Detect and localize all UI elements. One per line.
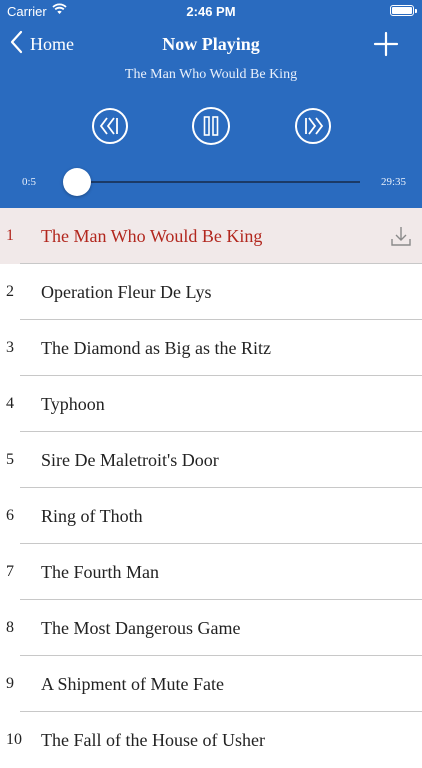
track-title: The Most Dangerous Game [41,618,241,638]
track-row[interactable]: 10 The Fall of the House of Usher [0,712,422,768]
total-duration: 29:35 [380,176,406,188]
playback-controls [0,106,422,148]
track-number: 6 [6,507,14,524]
track-title: Ring of Thoth [41,506,143,526]
track-number: 9 [6,675,14,692]
status-time: 2:46 PM [186,4,236,19]
navigation-bar: Home Now Playing [0,24,422,64]
elapsed-time: 0:5 [22,176,37,188]
pause-button[interactable] [191,106,231,146]
track-number: 5 [6,451,14,468]
track-row[interactable]: 2 Operation Fleur De Lys [0,264,422,320]
add-button[interactable] [372,30,400,58]
plus-icon [373,31,399,57]
progress-slider-knob[interactable] [62,168,91,196]
track-number: 7 [6,563,14,580]
track-title: A Shipment of Mute Fate [41,674,224,694]
track-number: 2 [6,283,14,300]
track-row[interactable]: 6 Ring of Thoth [0,488,422,544]
page-title: Now Playing [162,34,260,54]
fast-forward-button[interactable] [293,106,333,146]
rewind-icon [92,108,128,144]
track-row[interactable]: 4 Typhoon [0,376,422,432]
track-row[interactable]: 1 The Man Who Would Be King [0,208,422,264]
track-number: 1 [6,227,14,244]
track-title: The Fall of the House of Usher [41,730,265,750]
now-playing-header: Carrier 2:46 PM Home Now Playing The Man… [0,0,422,208]
track-number: 3 [6,339,14,356]
pause-icon [192,107,230,145]
progress-track[interactable] [62,168,360,196]
track-title: Typhoon [41,394,105,414]
track-row[interactable]: 7 The Fourth Man [0,544,422,600]
track-row[interactable]: 3 The Diamond as Big as the Ritz [0,320,422,376]
track-title: The Fourth Man [41,562,159,582]
track-list: 1 The Man Who Would Be King 2 Operation … [0,208,422,768]
track-title: The Man Who Would Be King [41,226,263,246]
rewind-button[interactable] [90,106,130,146]
playback-progress: 0:5 29:35 [0,168,422,196]
track-number: 8 [6,619,14,636]
track-row[interactable]: 5 Sire De Maletroit's Door [0,432,422,488]
track-number: 10 [6,731,22,748]
battery-icon [390,5,417,16]
track-title: The Diamond as Big as the Ritz [41,338,271,358]
fast-forward-icon [295,108,331,144]
track-title: Operation Fleur De Lys [41,282,212,302]
current-track-title: The Man Who Would Be King [124,67,298,82]
track-number: 4 [6,395,14,412]
status-bar: Carrier 2:46 PM [0,0,422,22]
track-title: Sire De Maletroit's Door [41,450,219,470]
track-row[interactable]: 8 The Most Dangerous Game [0,600,422,656]
download-icon[interactable] [390,224,412,248]
track-row[interactable]: 9 A Shipment of Mute Fate [0,656,422,712]
